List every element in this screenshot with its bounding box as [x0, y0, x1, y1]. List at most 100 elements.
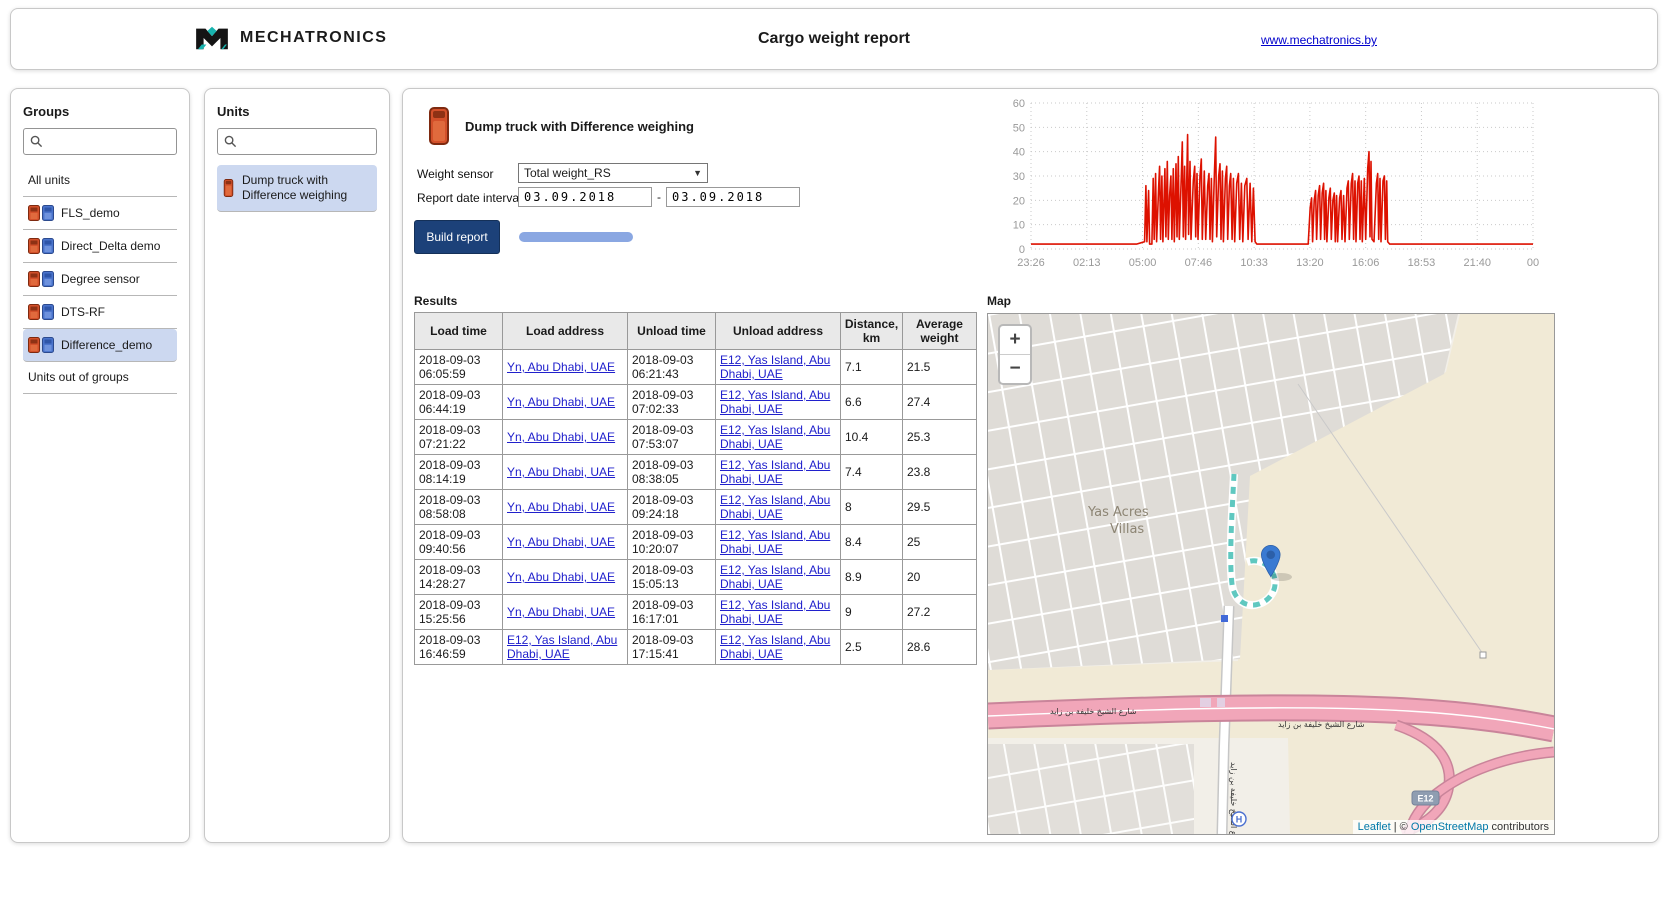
load-address-link[interactable]: E12, Yas Island, Abu Dhabi, UAE [507, 633, 617, 661]
load-address-link[interactable]: Yn, Abu Dhabi, UAE [507, 465, 615, 479]
unload-time-cell: 2018-09-03 17:15:41 [628, 630, 716, 665]
unload-address-link[interactable]: E12, Yas Island, Abu Dhabi, UAE [720, 388, 830, 416]
svg-text:60: 60 [1013, 98, 1025, 110]
unload-address-link[interactable]: E12, Yas Island, Abu Dhabi, UAE [720, 598, 830, 626]
zoom-in-button[interactable]: + [1000, 326, 1030, 354]
avg-weight-cell: 25.3 [903, 420, 977, 455]
load-time-cell: 2018-09-03 14:28:27 [415, 560, 503, 595]
table-row: 2018-09-03 15:25:56Yn, Abu Dhabi, UAE201… [415, 595, 977, 630]
column-header-load-time: Load time [415, 313, 503, 350]
svg-text:02:13: 02:13 [1073, 257, 1101, 269]
svg-text:18:53: 18:53 [1408, 257, 1436, 269]
map-canvas[interactable]: + − Yas Acres Villas [987, 313, 1555, 835]
unload-address-cell: E12, Yas Island, Abu Dhabi, UAE [716, 595, 841, 630]
truck-icon [429, 107, 449, 145]
distance-cell: 2.5 [841, 630, 903, 665]
table-header-row: Load timeLoad addressUnload timeUnload a… [415, 313, 977, 350]
distance-cell: 8 [841, 490, 903, 525]
svg-text:21:40: 21:40 [1463, 257, 1491, 269]
units-panel: Units Dump truck with Difference weighin… [204, 88, 390, 843]
street-label: شارع الشيخ خليفة بن زايد [1050, 707, 1137, 716]
unload-address-link[interactable]: E12, Yas Island, Abu Dhabi, UAE [720, 423, 830, 451]
load-time-cell: 2018-09-03 08:58:08 [415, 490, 503, 525]
load-address-link[interactable]: Yn, Abu Dhabi, UAE [507, 535, 615, 549]
map-zoom-control: + − [998, 324, 1032, 385]
unload-address-link[interactable]: E12, Yas Island, Abu Dhabi, UAE [720, 458, 830, 486]
group-item-dts-rf[interactable]: DTS-RF [23, 296, 177, 329]
results-table: Load timeLoad addressUnload timeUnload a… [414, 312, 977, 665]
weight-sensor-select[interactable]: Total weight_RS ▼ [518, 163, 708, 183]
map-attribution: Leaflet | © OpenStreetMap contributors [1353, 820, 1554, 834]
date-from-input[interactable] [518, 187, 652, 207]
date-to-input[interactable] [666, 187, 800, 207]
column-header-unload-address: Unload address [716, 313, 841, 350]
group-item-degree-sensor[interactable]: Degree sensor [23, 263, 177, 296]
build-report-button[interactable]: Build report [414, 220, 500, 254]
unload-address-cell: E12, Yas Island, Abu Dhabi, UAE [716, 420, 841, 455]
groups-search-input[interactable] [23, 128, 177, 155]
weight-sensor-label: Weight sensor [417, 167, 493, 181]
svg-text:0: 0 [1019, 244, 1025, 256]
load-address-link[interactable]: Yn, Abu Dhabi, UAE [507, 430, 615, 444]
load-address-cell: Yn, Abu Dhabi, UAE [503, 490, 628, 525]
column-header-distance-km: Distance, km [841, 313, 903, 350]
group-item-difference-demo[interactable]: Difference_demo [23, 329, 177, 362]
hospital-icon: H [1232, 812, 1246, 826]
unload-time-cell: 2018-09-03 15:05:13 [628, 560, 716, 595]
svg-text:07:46: 07:46 [1185, 257, 1213, 269]
map-label: Map [987, 294, 1011, 308]
distance-cell: 9 [841, 595, 903, 630]
e12-road-badge: E12 [1412, 791, 1439, 805]
group-item-all-units[interactable]: All units [23, 165, 177, 197]
distance-cell: 7.1 [841, 350, 903, 385]
unload-address-link[interactable]: E12, Yas Island, Abu Dhabi, UAE [720, 563, 830, 591]
group-item-fls-demo[interactable]: FLS_demo [23, 197, 177, 230]
distance-cell: 10.4 [841, 420, 903, 455]
load-address-cell: Yn, Abu Dhabi, UAE [503, 525, 628, 560]
results-label: Results [414, 294, 457, 308]
unload-address-link[interactable]: E12, Yas Island, Abu Dhabi, UAE [720, 633, 830, 661]
unload-address-link[interactable]: E12, Yas Island, Abu Dhabi, UAE [720, 528, 830, 556]
unload-address-link[interactable]: E12, Yas Island, Abu Dhabi, UAE [720, 353, 830, 381]
load-time-cell: 2018-09-03 15:25:56 [415, 595, 503, 630]
groups-search [23, 128, 177, 155]
load-time-cell: 2018-09-03 09:40:56 [415, 525, 503, 560]
unit-item-dump-truck-with-difference-weighing[interactable]: Dump truck with Difference weighing [217, 165, 377, 212]
load-address-link[interactable]: Yn, Abu Dhabi, UAE [507, 570, 615, 584]
header-bar: MECHATRONICS Cargo weight report www.mec… [10, 8, 1658, 70]
svg-text:23:26: 23:26 [1017, 257, 1045, 269]
unit-pair-icon [28, 304, 54, 320]
load-address-cell: Yn, Abu Dhabi, UAE [503, 350, 628, 385]
load-address-link[interactable]: Yn, Abu Dhabi, UAE [507, 605, 615, 619]
group-item-label: Difference_demo [61, 338, 152, 353]
zoom-out-button[interactable]: − [1000, 354, 1030, 383]
date-interval-label: Report date interval [417, 191, 522, 205]
website-link[interactable]: www.mechatronics.by [1261, 33, 1377, 47]
group-item-label: DTS-RF [61, 305, 105, 320]
group-item-direct-delta-demo[interactable]: Direct_Delta demo [23, 230, 177, 263]
avg-weight-cell: 29.5 [903, 490, 977, 525]
load-address-link[interactable]: Yn, Abu Dhabi, UAE [507, 360, 615, 374]
search-icon [30, 135, 43, 148]
svg-text:16:06: 16:06 [1352, 257, 1380, 269]
load-address-link[interactable]: Yn, Abu Dhabi, UAE [507, 395, 615, 409]
load-address-cell: Yn, Abu Dhabi, UAE [503, 420, 628, 455]
groups-panel: Groups All units [10, 88, 190, 843]
distance-cell: 8.4 [841, 525, 903, 560]
unload-address-link[interactable]: E12, Yas Island, Abu Dhabi, UAE [720, 493, 830, 521]
load-time-cell: 2018-09-03 07:21:22 [415, 420, 503, 455]
load-address-cell: E12, Yas Island, Abu Dhabi, UAE [503, 630, 628, 665]
svg-text:H: H [1236, 815, 1243, 825]
distance-cell: 6.6 [841, 385, 903, 420]
units-search-input[interactable] [217, 128, 377, 155]
unit-pair-icon [28, 271, 54, 287]
group-item-units-out-of-groups[interactable]: Units out of groups [23, 362, 177, 394]
openstreetmap-link[interactable]: OpenStreetMap [1411, 821, 1489, 833]
load-address-link[interactable]: Yn, Abu Dhabi, UAE [507, 500, 615, 514]
leaflet-link[interactable]: Leaflet [1358, 821, 1391, 833]
svg-text:50: 50 [1013, 122, 1025, 134]
svg-text:شارع الشيخ خليفة بن زايد: شارع الشيخ خليفة بن زايد [1278, 720, 1365, 729]
load-time-cell: 2018-09-03 16:46:59 [415, 630, 503, 665]
groups-list: All units FLS_demo Direct_Delt [23, 165, 177, 394]
group-item-label: FLS_demo [61, 206, 120, 221]
